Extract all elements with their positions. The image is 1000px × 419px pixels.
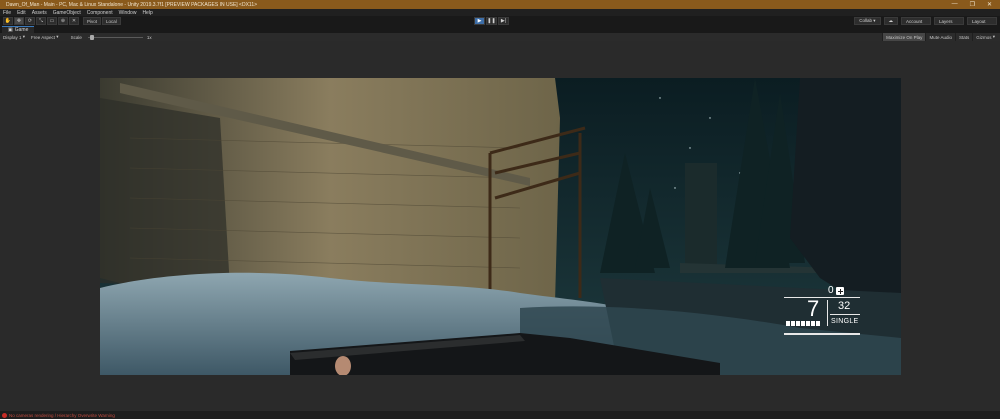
menu-bar: File Edit Assets GameObject Component Wi… — [0, 9, 1000, 16]
scale-slider-handle[interactable] — [89, 34, 94, 40]
scale-label: Scale — [70, 34, 82, 40]
tab-game[interactable]: ▣ Game — [2, 26, 35, 33]
transform-tools: ✋ ✥ ⟳ ⤡ ▭ ⊕ ✕ — [0, 17, 79, 25]
ammo-pip — [801, 321, 805, 326]
pivot-toggle[interactable]: Pivot — [83, 17, 102, 25]
ammo-pip — [816, 321, 820, 326]
scale-tool-icon[interactable]: ⤡ — [36, 17, 46, 25]
hud-top-line — [784, 297, 860, 298]
close-button[interactable]: ✕ — [987, 1, 992, 8]
display-value: Display 1 — [3, 34, 22, 40]
ammo-pip — [791, 321, 795, 326]
play-controls: ▶ ❚❚ ▶| — [474, 17, 509, 25]
ammo-pip — [806, 321, 810, 326]
magazine-count: 7 — [807, 296, 820, 321]
hud-divider — [827, 300, 828, 326]
ammo-pip — [796, 321, 800, 326]
ammo-pip — [786, 321, 790, 326]
play-button[interactable]: ▶ — [474, 17, 485, 25]
transform-tool-icon[interactable]: ⊕ — [58, 17, 68, 25]
scale-value: 1x — [146, 34, 152, 40]
grenade-counter: 0 — [828, 285, 844, 296]
title-bar: Dawn_Of_Man - Main - PC, Mac & Linux Sta… — [0, 0, 1000, 9]
menu-component[interactable]: Component — [87, 10, 113, 16]
scale-slider-track — [87, 36, 143, 38]
menu-gameobject[interactable]: GameObject — [53, 10, 81, 16]
hud-mid-line — [830, 314, 860, 315]
toolbar-right: Collab ▾ ☁ Account Layers Layout — [854, 17, 1000, 25]
game-view-toolbar: Display 1 ▾ Free Aspect ▾ Scale 1x Maxim… — [0, 33, 1000, 41]
stats-toggle[interactable]: Stats — [954, 33, 972, 41]
medkit-plus-icon — [835, 286, 844, 295]
main-toolbar: ✋ ✥ ⟳ ⤡ ▭ ⊕ ✕ Pivot Local ▶ ❚❚ ▶| Collab… — [0, 16, 1000, 26]
aspect-dropdown[interactable]: Free Aspect ▾ — [28, 33, 62, 41]
ammo-pips — [786, 321, 820, 326]
account-dropdown[interactable]: Account — [901, 17, 931, 25]
menu-assets[interactable]: Assets — [32, 10, 47, 16]
step-button[interactable]: ▶| — [498, 17, 509, 25]
mute-audio-toggle[interactable]: Mute Audio — [925, 33, 955, 41]
menu-help[interactable]: Help — [142, 10, 152, 16]
custom-tool-icon[interactable]: ✕ — [69, 17, 79, 25]
hand-tool-icon[interactable]: ✋ — [3, 17, 13, 25]
local-toggle[interactable]: Local — [102, 17, 121, 25]
scale-slider[interactable] — [87, 33, 143, 41]
reserve-ammo: 32 — [838, 300, 851, 312]
collab-button[interactable]: Collab ▾ — [854, 17, 881, 25]
move-tool-icon[interactable]: ✥ — [14, 17, 24, 25]
gizmos-dropdown[interactable]: Gizmos ▾ — [972, 33, 998, 41]
menu-file[interactable]: File — [3, 10, 11, 16]
window-controls: — ❐ ✕ — [952, 1, 1000, 8]
menu-edit[interactable]: Edit — [17, 10, 26, 16]
tab-row: ▣ Game — [0, 26, 1000, 33]
menu-window[interactable]: Window — [119, 10, 137, 16]
display-dropdown[interactable]: Display 1 ▾ — [0, 33, 28, 41]
layout-dropdown[interactable]: Layout — [967, 17, 997, 25]
cloud-icon[interactable]: ☁ — [883, 17, 898, 25]
game-viewport[interactable]: 0 7 32 SINGLE — [100, 78, 901, 375]
game-toolbar-right: Maximize On Play Mute Audio Stats Gizmos… — [882, 33, 1000, 41]
grenade-count: 0 — [828, 285, 834, 296]
maximize-button[interactable]: ❐ — [970, 1, 975, 8]
fire-mode: SINGLE — [831, 318, 859, 325]
pause-button[interactable]: ❚❚ — [486, 17, 497, 25]
game-view-area: 0 7 32 SINGLE — [0, 41, 1000, 411]
aspect-value: Free Aspect — [31, 34, 56, 40]
status-bar: No cameras rendering / Hierarchy Overwri… — [0, 411, 1000, 419]
ammo-pip — [811, 321, 815, 326]
unity-editor: Dawn_Of_Man - Main - PC, Mac & Linux Sta… — [0, 0, 1000, 419]
status-message[interactable]: No cameras rendering / Hierarchy Overwri… — [9, 413, 115, 418]
rect-tool-icon[interactable]: ▭ — [47, 17, 57, 25]
layers-dropdown[interactable]: Layers — [934, 17, 964, 25]
minimize-button[interactable]: — — [952, 1, 958, 8]
error-icon — [2, 412, 7, 418]
maximize-on-play-toggle[interactable]: Maximize On Play — [882, 33, 926, 41]
hud-bottom-line — [784, 333, 860, 335]
weapon-hud: 0 7 32 SINGLE — [100, 78, 901, 375]
gizmos-label: Gizmos — [976, 34, 992, 40]
rotate-tool-icon[interactable]: ⟳ — [25, 17, 35, 25]
window-title: Dawn_Of_Man - Main - PC, Mac & Linux Sta… — [6, 1, 258, 8]
